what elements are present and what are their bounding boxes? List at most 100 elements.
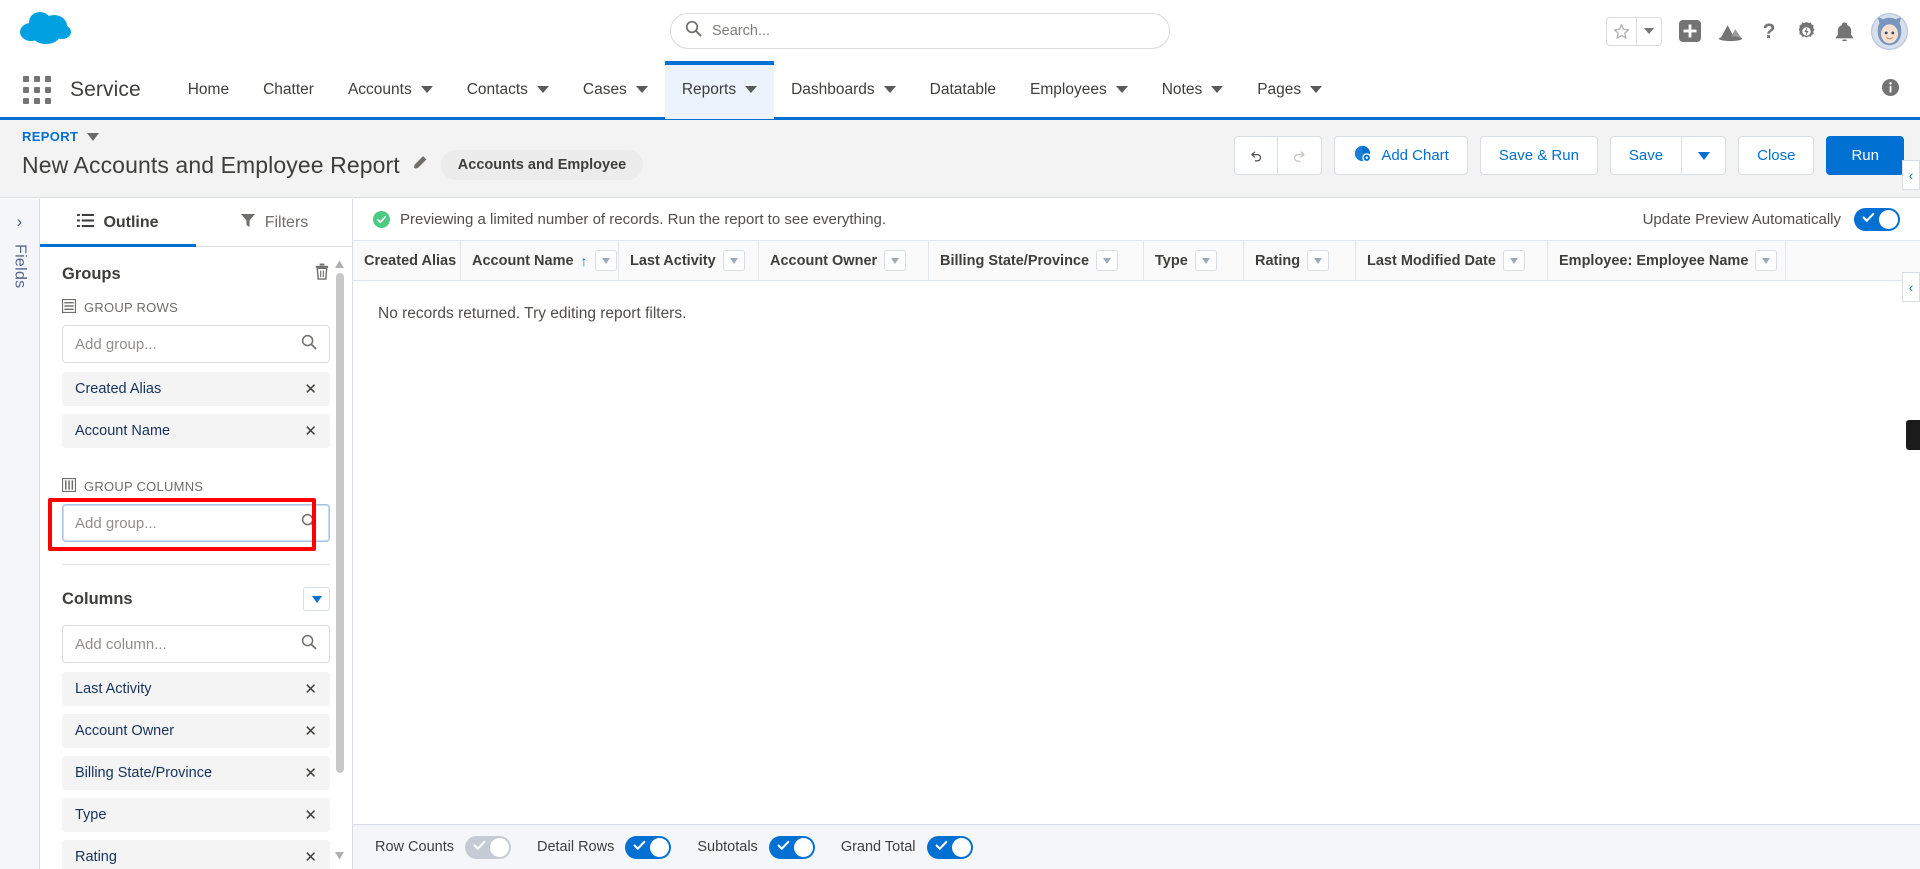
column-item-last-activity[interactable]: Last Activity ✕ bbox=[62, 672, 330, 706]
column-header-created-alias[interactable]: Created Alias ↑ bbox=[353, 241, 500, 280]
global-search-box[interactable] bbox=[670, 13, 1170, 49]
row-counts-toggle[interactable] bbox=[464, 835, 511, 859]
add-plus-icon[interactable] bbox=[1678, 19, 1702, 43]
tab-filters[interactable]: Filters bbox=[196, 199, 352, 246]
salesforce-cloud-logo[interactable] bbox=[18, 8, 76, 50]
column-header-account-name[interactable]: Account Name ↑ bbox=[461, 241, 619, 280]
remove-icon[interactable]: ✕ bbox=[304, 724, 317, 739]
columns-menu-button[interactable] bbox=[303, 587, 330, 611]
footer-toggle-detail-rows[interactable]: Detail Rows bbox=[537, 835, 672, 859]
app-launcher-waffle-icon[interactable] bbox=[22, 75, 52, 105]
footer-toggle-grand-total[interactable]: Grand Total bbox=[841, 835, 973, 859]
nav-item-reports[interactable]: Reports bbox=[664, 60, 775, 119]
column-menu-icon[interactable] bbox=[1307, 250, 1330, 271]
column-header-employee-name[interactable]: Employee: Employee Name bbox=[1548, 241, 1786, 280]
column-item-type[interactable]: Type ✕ bbox=[62, 798, 330, 832]
column-header-type[interactable]: Type bbox=[1144, 241, 1244, 280]
chevron-down-icon[interactable] bbox=[883, 86, 896, 93]
subtotals-toggle[interactable] bbox=[768, 835, 815, 859]
fields-rail[interactable]: › Fields bbox=[0, 199, 40, 869]
report-type-breadcrumb[interactable]: REPORT bbox=[22, 129, 100, 144]
chevron-down-icon[interactable] bbox=[536, 86, 549, 93]
nav-item-accounts[interactable]: Accounts bbox=[331, 61, 450, 119]
nav-item-datatable[interactable]: Datatable bbox=[913, 61, 1013, 119]
right-panel-toggle-top[interactable]: ‹ bbox=[1902, 160, 1920, 190]
nav-item-contacts[interactable]: Contacts bbox=[450, 61, 566, 119]
nav-item-notes[interactable]: Notes bbox=[1145, 61, 1241, 119]
column-menu-icon[interactable] bbox=[1096, 250, 1119, 271]
chevron-down-icon[interactable] bbox=[1310, 86, 1323, 93]
scrollbar-thumb[interactable] bbox=[336, 273, 344, 773]
nav-item-home[interactable]: Home bbox=[171, 61, 246, 119]
column-item-account-owner[interactable]: Account Owner ✕ bbox=[62, 714, 330, 748]
scroll-up-arrow-icon[interactable] bbox=[334, 257, 345, 268]
chevron-down-icon[interactable] bbox=[635, 86, 648, 93]
help-icon[interactable]: ? bbox=[1759, 19, 1779, 43]
group-rows-search-box[interactable] bbox=[62, 325, 330, 363]
column-header-last-modified-date[interactable]: Last Modified Date bbox=[1356, 241, 1548, 280]
chevron-right-icon[interactable]: › bbox=[17, 213, 23, 230]
pencil-edit-icon[interactable] bbox=[412, 154, 429, 176]
remove-icon[interactable]: ✕ bbox=[304, 382, 317, 397]
chevron-down-icon[interactable] bbox=[745, 86, 758, 93]
column-header-last-activity[interactable]: Last Activity bbox=[619, 241, 759, 280]
scroll-down-arrow-icon[interactable] bbox=[334, 848, 345, 860]
tab-outline[interactable]: Outline bbox=[40, 199, 196, 247]
column-header-rating[interactable]: Rating bbox=[1244, 241, 1356, 280]
chevron-down-icon[interactable] bbox=[1115, 86, 1128, 93]
nav-item-chatter[interactable]: Chatter bbox=[246, 61, 331, 119]
nav-item-dashboards[interactable]: Dashboards bbox=[774, 61, 913, 119]
group-columns-search-box[interactable] bbox=[62, 504, 330, 542]
notifications-bell-icon[interactable] bbox=[1834, 20, 1855, 43]
user-avatar[interactable] bbox=[1871, 12, 1908, 50]
sort-ascending-icon[interactable]: ↑ bbox=[581, 253, 588, 269]
global-search-container[interactable] bbox=[670, 13, 1170, 49]
group-columns-search-input[interactable] bbox=[75, 514, 301, 532]
run-button[interactable]: Run bbox=[1826, 136, 1904, 175]
footer-toggle-row-counts[interactable]: Row Counts bbox=[375, 835, 511, 859]
app-name-label[interactable]: Service bbox=[70, 78, 141, 102]
right-edge-handle[interactable] bbox=[1906, 420, 1920, 450]
add-chart-button[interactable]: Add Chart bbox=[1334, 136, 1468, 175]
app-launcher-mountain-icon[interactable] bbox=[1718, 20, 1743, 42]
favorites-dropdown-icon[interactable] bbox=[1636, 17, 1661, 45]
column-menu-icon[interactable] bbox=[594, 250, 617, 271]
right-panel-toggle-bottom[interactable]: ‹ bbox=[1902, 272, 1920, 302]
remove-icon[interactable]: ✕ bbox=[304, 424, 317, 439]
chevron-down-icon[interactable] bbox=[87, 132, 100, 141]
group-row-item-created-alias[interactable]: Created Alias ✕ bbox=[62, 372, 330, 406]
nav-item-cases[interactable]: Cases bbox=[566, 61, 665, 119]
update-preview-toggle[interactable] bbox=[1854, 208, 1900, 231]
columns-search-input[interactable] bbox=[75, 635, 301, 653]
favorites-button-group[interactable] bbox=[1606, 16, 1662, 46]
redo-button[interactable] bbox=[1278, 136, 1323, 175]
column-item-billing-state[interactable]: Billing State/Province ✕ bbox=[62, 756, 330, 790]
columns-search-box[interactable] bbox=[62, 625, 330, 663]
remove-icon[interactable]: ✕ bbox=[304, 850, 317, 865]
column-item-rating[interactable]: Rating ✕ bbox=[62, 840, 330, 869]
remove-icon[interactable]: ✕ bbox=[304, 682, 317, 697]
detail-rows-toggle[interactable] bbox=[625, 835, 672, 859]
column-menu-icon[interactable] bbox=[1502, 250, 1525, 271]
footer-toggle-subtotals[interactable]: Subtotals bbox=[697, 835, 815, 859]
save-menu-button[interactable] bbox=[1682, 136, 1727, 175]
remove-icon[interactable]: ✕ bbox=[304, 766, 317, 781]
info-icon[interactable] bbox=[1881, 78, 1900, 102]
save-button[interactable]: Save bbox=[1609, 136, 1683, 175]
column-menu-icon[interactable] bbox=[722, 250, 745, 271]
nav-item-pages[interactable]: Pages bbox=[1240, 61, 1339, 119]
save-and-run-button[interactable]: Save & Run bbox=[1479, 136, 1598, 175]
setup-gear-icon[interactable] bbox=[1795, 20, 1818, 43]
undo-button[interactable] bbox=[1234, 136, 1279, 175]
group-row-item-account-name[interactable]: Account Name ✕ bbox=[62, 414, 330, 448]
column-menu-icon[interactable] bbox=[1755, 250, 1778, 271]
trash-icon[interactable] bbox=[314, 263, 330, 285]
group-rows-search-input[interactable] bbox=[75, 335, 301, 353]
remove-icon[interactable]: ✕ bbox=[304, 808, 317, 823]
chevron-down-icon[interactable] bbox=[1211, 86, 1224, 93]
nav-item-employees[interactable]: Employees bbox=[1013, 61, 1145, 119]
column-menu-icon[interactable] bbox=[884, 250, 907, 271]
chevron-down-icon[interactable] bbox=[420, 86, 433, 93]
favorites-star-icon[interactable] bbox=[1607, 18, 1636, 45]
close-button[interactable]: Close bbox=[1738, 136, 1815, 175]
